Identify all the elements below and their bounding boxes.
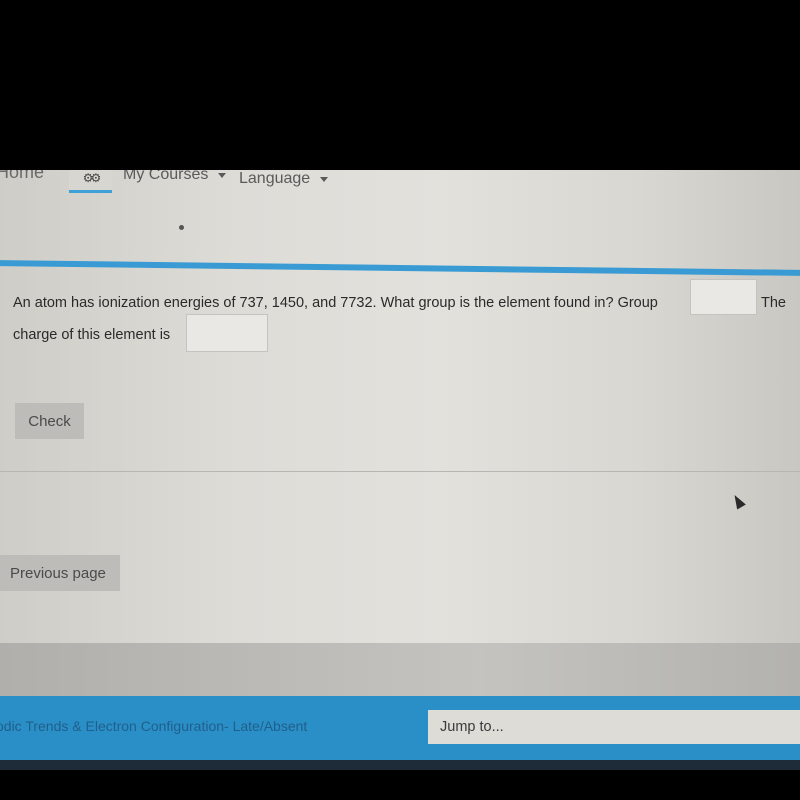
nav-my-courses-menu[interactable]: My Courses bbox=[123, 170, 227, 184]
nav-language-label: Language bbox=[239, 170, 311, 187]
gears-icon: ⚙⚙ bbox=[82, 171, 101, 185]
nav-home-label: Home bbox=[0, 170, 45, 182]
check-button[interactable]: Check bbox=[15, 403, 84, 439]
footer-spacer bbox=[0, 643, 800, 698]
nav-my-courses-label: My Courses bbox=[123, 170, 209, 183]
nav-settings-tab[interactable]: ⚙⚙ bbox=[69, 170, 112, 193]
nav-language-menu[interactable]: Language bbox=[239, 170, 329, 188]
group-answer-input[interactable] bbox=[690, 279, 757, 315]
caret-down-icon bbox=[218, 172, 227, 178]
activity-navigation-footer: odic Trends & Electron Configuration- La… bbox=[0, 696, 800, 760]
question-text-line2: charge of this element is bbox=[13, 327, 171, 343]
previous-page-button[interactable]: Previous page bbox=[0, 555, 120, 591]
accent-divider bbox=[0, 260, 800, 277]
section-divider bbox=[0, 471, 800, 472]
charge-answer-input[interactable] bbox=[186, 314, 268, 352]
jump-to-select[interactable]: Jump to... bbox=[428, 710, 800, 744]
previous-activity-link[interactable]: odic Trends & Electron Configuration- La… bbox=[0, 718, 307, 734]
caret-down-icon bbox=[320, 176, 329, 182]
question-text-the: The bbox=[761, 295, 786, 311]
top-navbar: Home ⚙⚙ My Courses Language bbox=[0, 170, 800, 198]
nav-home-link[interactable]: Home bbox=[0, 170, 44, 183]
browser-screen: Home ⚙⚙ My Courses Language An atom has … bbox=[0, 170, 800, 770]
jump-to-label: Jump to... bbox=[440, 719, 504, 735]
question-text-line1: An atom has ionization energies of 737, … bbox=[13, 295, 658, 311]
mouse-cursor-icon bbox=[730, 492, 746, 510]
bullet-dot bbox=[179, 225, 184, 230]
footer-bottom-bar bbox=[0, 760, 800, 770]
